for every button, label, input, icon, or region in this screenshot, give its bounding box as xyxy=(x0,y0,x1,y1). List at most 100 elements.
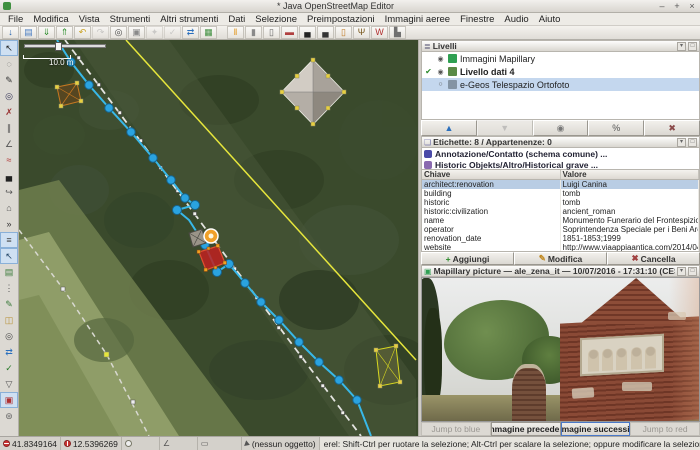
authors-panel-toggle[interactable]: ◫ xyxy=(0,312,18,328)
sticky-button[interactable]: ▾ xyxy=(677,42,686,51)
undo-button[interactable]: ↶ xyxy=(74,26,91,39)
add-tag-button[interactable]: + Aggiungi xyxy=(421,252,514,265)
next-image-button[interactable]: Immagine successiva xyxy=(561,422,631,436)
wand-button[interactable]: ✦ xyxy=(146,26,163,39)
preset-row[interactable]: Historic Objekts/Altro/Historical grave … xyxy=(422,159,699,170)
layer-delete-button[interactable]: ✖ xyxy=(644,120,700,136)
tag-row[interactable]: renovation_date 1851-1853;1999 xyxy=(422,234,699,243)
menu-item[interactable]: Strumenti xyxy=(105,14,156,25)
preset-row[interactable]: Annotazione/Contatto (schema comune) ... xyxy=(422,148,699,159)
delete-tag-button[interactable]: ✖ Cancella xyxy=(607,252,700,265)
save-button[interactable]: ⇓ xyxy=(38,26,55,39)
commands-panel-toggle[interactable]: ⇄ xyxy=(0,344,18,360)
search-panel-toggle[interactable]: ◎ xyxy=(0,328,18,344)
menu-item[interactable]: Selezione xyxy=(250,14,302,25)
preferences-button[interactable]: ▣ xyxy=(128,26,145,39)
menu-item[interactable]: File xyxy=(3,14,28,25)
sticky-button[interactable]: ▾ xyxy=(677,138,686,147)
visibility-eye-icon[interactable]: ◉ xyxy=(436,68,445,76)
upload-button[interactable]: ⇑ xyxy=(56,26,73,39)
tag-row[interactable]: name Monumento Funerario del Frontespizi… xyxy=(422,216,699,225)
zoom-slider[interactable] xyxy=(24,44,106,48)
improve-way-tool[interactable]: ≈ xyxy=(0,152,18,168)
preset-bus-button[interactable]: ▄ xyxy=(317,26,334,39)
menu-item[interactable]: Aiuto xyxy=(534,14,566,25)
select-tool[interactable]: ↖ xyxy=(0,40,18,56)
layer-up-button[interactable]: ▲ xyxy=(421,120,477,136)
close-button[interactable]: × xyxy=(687,1,697,11)
selection-panel-toggle[interactable]: ↖ xyxy=(0,248,18,264)
preset-wikipedia-button[interactable]: W xyxy=(371,26,388,39)
detach-button[interactable]: □ xyxy=(688,267,697,276)
detach-button[interactable]: □ xyxy=(688,42,697,51)
lasso-tool[interactable]: ◌ xyxy=(0,56,18,72)
menu-item[interactable]: Modifica xyxy=(28,14,73,25)
more-tools[interactable]: » xyxy=(0,216,18,232)
jump-to-blue-button[interactable]: Jump to blue xyxy=(421,422,491,436)
preset-restaurant-button[interactable]: Ψ xyxy=(353,26,370,39)
maximize-button[interactable]: + xyxy=(672,1,682,11)
menu-item[interactable]: Audio xyxy=(499,14,533,25)
previous-image-button[interactable]: Immagine precede... xyxy=(491,422,561,436)
tags-panel-toggle[interactable]: ▤ xyxy=(0,264,18,280)
layer-row[interactable]: ◉ Immagini Mapillary xyxy=(422,52,699,65)
layers-panel-toggle[interactable]: ≡ xyxy=(0,232,18,248)
tag-row[interactable]: website http://www.viaappiaantica.com/20… xyxy=(422,243,699,252)
mapillary-photo[interactable] xyxy=(421,277,700,422)
open-button[interactable]: ▤ xyxy=(20,26,37,39)
tag-row[interactable]: historic tomb xyxy=(422,198,699,207)
extrude-tool[interactable]: ∠ xyxy=(0,136,18,152)
transport-tool[interactable]: ▄ xyxy=(0,168,18,184)
preset-gate-button[interactable]: ‖ xyxy=(227,26,244,39)
sticky-button[interactable]: ▾ xyxy=(677,267,686,276)
preset-pillar-button[interactable]: ▮ xyxy=(245,26,262,39)
parallel-tool[interactable]: ∥ xyxy=(0,120,18,136)
menu-item[interactable]: Altri strumenti xyxy=(155,14,223,25)
jump-to-red-button[interactable]: Jump to red xyxy=(630,422,700,436)
sync-button[interactable]: ⇄ xyxy=(182,26,199,39)
visibility-eye-icon[interactable]: ○ xyxy=(436,81,445,88)
draw-node-tool[interactable]: ✎ xyxy=(0,72,18,88)
zoom-tool[interactable]: ◎ xyxy=(0,88,18,104)
apply-button[interactable]: ✓ xyxy=(164,26,181,39)
layer-row[interactable]: ✔ ◉ Livello dati 4 xyxy=(422,65,699,78)
layer-visibility-button[interactable]: ◉ xyxy=(533,120,589,136)
visibility-eye-icon[interactable]: ◉ xyxy=(436,55,445,63)
preset-factory-button[interactable]: ▙ xyxy=(389,26,406,39)
detach-button[interactable]: □ xyxy=(688,138,697,147)
minimize-button[interactable]: – xyxy=(657,1,667,11)
notes-panel-toggle[interactable]: ✎ xyxy=(0,296,18,312)
tag-row[interactable]: operator Soprintendenza Speciale per i B… xyxy=(422,225,699,234)
preferences-panel-toggle[interactable]: ⊛ xyxy=(0,408,18,424)
redo-button[interactable]: ↷ xyxy=(92,26,109,39)
value-column-header[interactable]: Valore xyxy=(561,170,700,179)
edit-tag-button[interactable]: ✎ Modifica xyxy=(514,252,607,265)
download-button[interactable]: ↓ xyxy=(2,26,19,39)
menu-item[interactable]: Immagini aeree xyxy=(380,14,455,25)
preset-phone-button[interactable]: ▯ xyxy=(263,26,280,39)
zoom-selection-button[interactable]: ◎ xyxy=(110,26,127,39)
tag-row[interactable]: architect:renovation Luigi Canina xyxy=(422,180,699,189)
imagery-button[interactable]: ▦ xyxy=(200,26,217,39)
preset-wall-button[interactable]: ▬ xyxy=(281,26,298,39)
menu-item[interactable]: Vista xyxy=(74,14,105,25)
layer-down-button[interactable]: ▼ xyxy=(477,120,533,136)
filter-panel-toggle[interactable]: ▽ xyxy=(0,376,18,392)
building-tool[interactable]: ⌂ xyxy=(0,200,18,216)
layer-row[interactable]: ○ e-Geos Telespazio Ortofoto xyxy=(422,78,699,91)
menu-item[interactable]: Dati xyxy=(223,14,250,25)
map-canvas[interactable]: 10.0 m xyxy=(19,40,418,436)
menu-item[interactable]: Finestre xyxy=(455,14,499,25)
menu-item[interactable]: Preimpostazioni xyxy=(302,14,380,25)
relations-panel-toggle[interactable]: ⋮ xyxy=(0,280,18,296)
layer-opacity-button[interactable]: % xyxy=(588,120,644,136)
validator-panel-toggle[interactable]: ✓ xyxy=(0,360,18,376)
zoom-slider-handle[interactable] xyxy=(55,42,62,51)
preset-car-button[interactable]: ▄ xyxy=(299,26,316,39)
delete-tool[interactable]: ✗ xyxy=(0,104,18,120)
preset-door-button[interactable]: ▯ xyxy=(335,26,352,39)
tag-row[interactable]: building tomb xyxy=(422,189,699,198)
tag-row[interactable]: historic:civilization ancient_roman xyxy=(422,207,699,216)
key-column-header[interactable]: Chiave xyxy=(422,170,561,179)
follow-line-tool[interactable]: ↪ xyxy=(0,184,18,200)
